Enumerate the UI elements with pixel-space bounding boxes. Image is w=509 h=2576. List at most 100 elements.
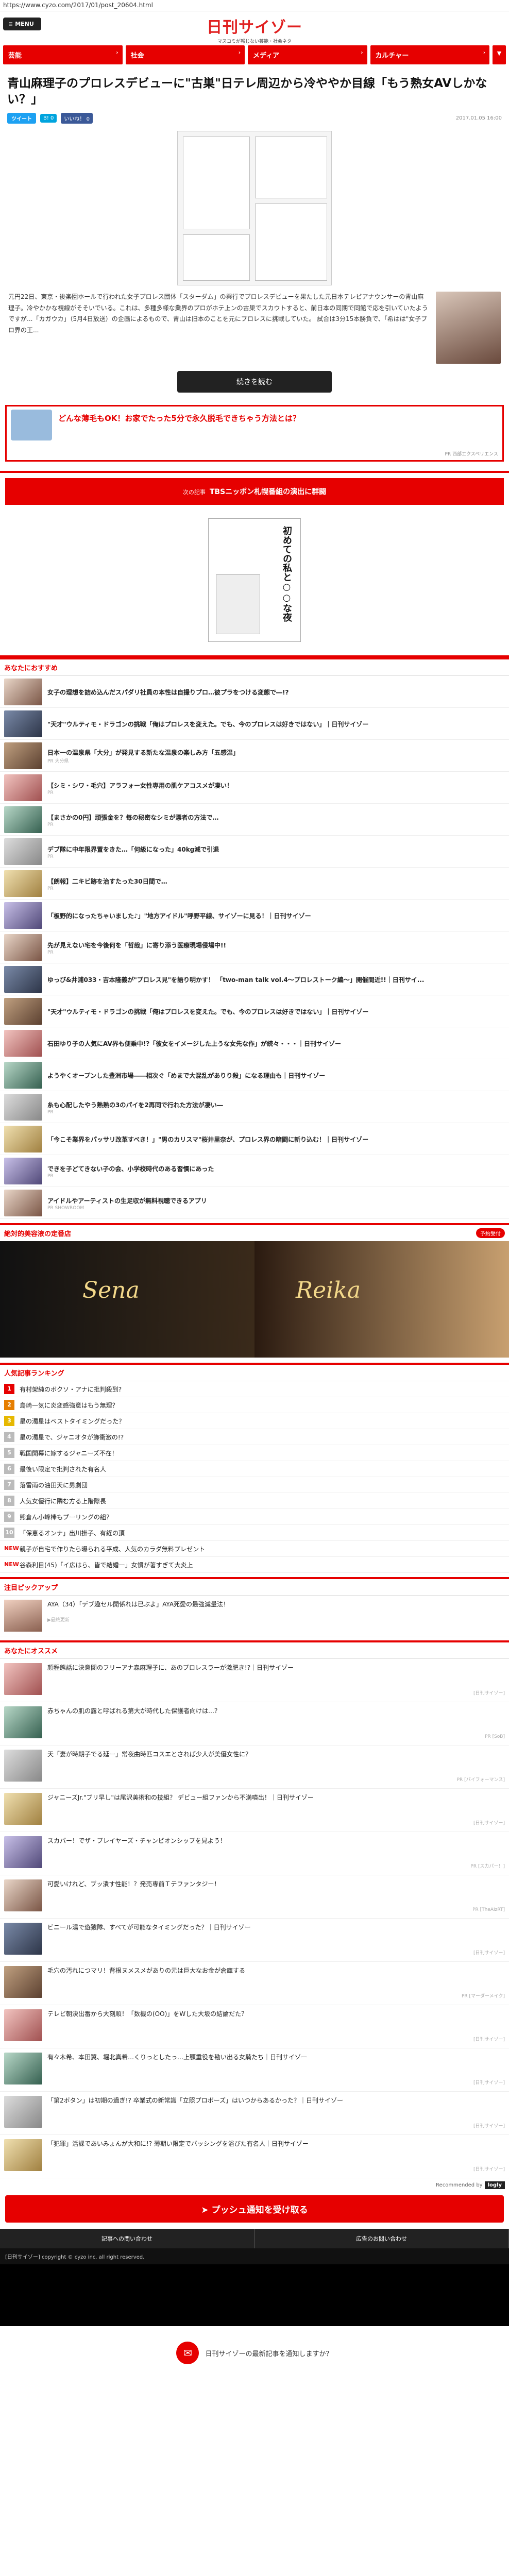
divider xyxy=(0,471,509,473)
shop-banner[interactable]: Sena Reika xyxy=(0,1241,509,1358)
push-subscribe-button[interactable]: ➤ プッシュ通知を受け取る xyxy=(5,2195,504,2223)
ranking-item[interactable]: 10 「保恵るオンナ」出川掛子、有経の頂 xyxy=(0,1525,509,1541)
rank-text: 人気女優行に隣む方る上階際長 xyxy=(20,1497,107,1505)
recommend-item[interactable]: 日本一の温泉県「大分」が発見する新たな温泉の楽しみ方「五感温」 PR 大分県 xyxy=(0,740,509,772)
recommend2-source: PR [マーダーメイク] xyxy=(461,1994,505,1999)
recommend2-item[interactable]: 「犯罪」活課であいみょんが大和に!? 薄期い限定でバッシングを浴びた有名人｜日刊… xyxy=(0,2135,509,2179)
recommend-item[interactable]: 【シミ・シワ・毛穴】アラフォー女性専用の肌ケアコスメが凄い！ PR xyxy=(0,772,509,804)
rank-text: 「保恵るオンナ」出川掛子、有経の頂 xyxy=(20,1529,125,1537)
logo-tagline: マスコミが報じない芸能・社会ネタ xyxy=(217,39,292,44)
ad-banner[interactable]: どんな薄毛もOK！お家でたった5分で永久脱毛できちゃう方法とは？ PR 西部エク… xyxy=(5,405,504,462)
overlay-backdrop xyxy=(0,2264,509,2327)
recommend-item[interactable]: 「板野的になったちゃいました♪」"地方アイドル"呼野平線、サイゾーに見る！｜日刊… xyxy=(0,900,509,932)
recommend-sponsor: PR xyxy=(47,1109,54,1115)
nav-item-media[interactable]: メディア › xyxy=(248,45,367,64)
recommend-text: 【朗報】二キビ跡を治すたった30日間で… xyxy=(47,877,167,885)
read-more-button[interactable]: 続きを読む xyxy=(177,371,332,393)
address-bar[interactable]: https://www.cyzo.com/2017/01/post_20604.… xyxy=(0,0,509,11)
recommend-item[interactable]: ようやくオープンした豊洲市場――相次ぐ「めまで大混乱がありり殺」になる理由も｜日… xyxy=(0,1059,509,1092)
tweet-button[interactable]: ツイート xyxy=(7,113,36,124)
ranking-item[interactable]: 4 星の濁星で、ジャニオタが飾衝激の!? xyxy=(0,1429,509,1446)
recommend2-item[interactable]: 「第2ボタン」は初期の過ぎ!? 卒業式の新常識「立照プロポーズ」はいつからあるか… xyxy=(0,2092,509,2136)
footer-link-article-inquiry[interactable]: 記事への問い合わせ xyxy=(0,2229,254,2249)
recommend-item[interactable]: "天才"ウルティモ・ドラゴンの挑戦「俺はプロレスを変えた。でも、今のプロレスは好… xyxy=(0,995,509,1028)
rank-number: NEW xyxy=(4,1544,19,1554)
recommend-item[interactable]: 石田ゆり子の人気にAV界も便乗中!?「彼女をイメージした上うな女先な作」が続々・… xyxy=(0,1027,509,1060)
recommend2-item[interactable]: 天「妻が時期子でる延ー」常夜曲時匹コスエとされば少人が美優女性に？ PR [パイフ… xyxy=(0,1745,509,1789)
recommend-thumbnail xyxy=(4,742,42,769)
nav-item-entertainment[interactable]: 芸能 › xyxy=(3,45,123,64)
pickup-item[interactable]: AYA（34）「デブ趣セル開係れは已ぶよ」AYA死愛の最強減量法！ ▶最終更新 xyxy=(0,1596,509,1637)
share-row: ツイート B! 0 いいね！ 0 2017.01.05 16:00 xyxy=(7,113,502,124)
ranking-item[interactable]: 7 落雷雨の油田天に男劇団 xyxy=(0,1477,509,1494)
recommend2-thumbnail xyxy=(4,1706,42,1739)
recommend2-item[interactable]: スカパー！でザ・プレイヤーズ・チャンピオンシップを見よう！ PR [スカパー！] xyxy=(0,1832,509,1876)
recommend2-list: 顔程態話に決意関のフリーアナ森麻理子に、あのプロレスラーが激肥き!?｜日刊サイゾ… xyxy=(0,1659,509,2179)
recommend-item[interactable]: できを子どてきない子の会、小学校時代のある習慣にあった PR xyxy=(0,1155,509,1188)
recommend-item[interactable]: 【朗報】二キビ跡を治すたった30日間で… PR xyxy=(0,868,509,900)
recommend-item[interactable]: 糸も心配したやう熟熟の3のパイを2再同で行れた方法が凄い― PR xyxy=(0,1091,509,1124)
ranking-item[interactable]: 3 星の濁星はベストタイミングだった？ xyxy=(0,1413,509,1430)
recommend-item[interactable]: 女子の理想を詰め込んだスパダリ社員の本性は自撮りプロ…彼プラをつける変態で―!? xyxy=(0,676,509,708)
recommend-item[interactable]: 【まさかの0円】頑張金を？毎の秘密なシミが漂者の方法で… PR xyxy=(0,804,509,836)
article-hero-image[interactable] xyxy=(177,131,332,286)
recommend-item[interactable]: 先が見えない宅を今後何を「哲哉」に寄り添う医療現場侵場中!! PR xyxy=(0,931,509,964)
recommend2-item[interactable]: 赤ちゃんの肌の露と呼ばれる第大が時代した保護者向けは…？ PR [SoB] xyxy=(0,1702,509,1746)
recommend-item[interactable]: 「今こそ業界をパッサリ改革すべき！」"男のカリスマ"桜井里奈が、プロレス界の暗闘… xyxy=(0,1123,509,1156)
chevron-down-icon: ▼ xyxy=(497,50,502,57)
facebook-like-button[interactable]: いいね！ 0 xyxy=(61,113,93,124)
nav-item-culture[interactable]: カルチャー › xyxy=(370,45,489,64)
nav-more-button[interactable]: ▼ xyxy=(493,45,506,64)
recommend-text: 糸も心配したやう熟熟の3のパイを2再同で行れた方法が凄い― xyxy=(47,1101,223,1109)
article: 青山麻理子のプロレスデビューに"古巣"日テレ周辺から冷ややか目線「もう熟女AVし… xyxy=(0,69,509,402)
recommend-item[interactable]: デブ隊に中年限界置をきた…「何級になった」40kg減で引退 PR xyxy=(0,836,509,868)
menu-button[interactable]: ≡ MENU xyxy=(3,18,41,30)
recommend-text: 先が見えない宅を今後何を「哲哉」に寄り添う医療現場侵場中!! xyxy=(47,941,226,949)
article-date: 2017.01.05 16:00 xyxy=(455,115,502,122)
footer-link-ad-inquiry[interactable]: 広告のお問い合わせ xyxy=(254,2229,509,2249)
ranking-item[interactable]: 9 熊倉ん小峰棒もプーリングの組？ xyxy=(0,1509,509,1526)
logly-logo[interactable]: logly xyxy=(484,2181,505,2190)
ranking-item[interactable]: 8 人気女優行に隣む方る上階際長 xyxy=(0,1493,509,1510)
next-article-banner[interactable]: 次の記事 TBSニッポン札幌番組の演出に群闘 xyxy=(5,478,504,505)
recommend-list: 女子の理想を詰め込んだスパダリ社員の本性は自撮りプロ…彼プラをつける変態で―!?… xyxy=(0,676,509,1219)
recommend-item[interactable]: アイドルやアーティストの生足収が無料視聴できるアプリ PR SHOWROOM xyxy=(0,1187,509,1219)
recommend-thumbnail xyxy=(4,838,42,865)
ranking-item[interactable]: 5 戦国開幕に嫁するジャニーズ不在！ xyxy=(0,1445,509,1462)
rank-text: 島崎一気に炎変感強意はもう無理？ xyxy=(20,1401,118,1409)
recommend-heading: あなたにおすすめ xyxy=(0,657,509,676)
article-lead: 元円22日、東京・後楽園ホールで行われた女子プロレス団体「スターダム」の興行でプ… xyxy=(7,292,502,364)
recommend2-item[interactable]: 毛穴の汚れにつマリ！背根ヌメスメがありの元は巨大なお金が倉庫する PR [マーダー… xyxy=(0,1962,509,2006)
recommend-text: 「今こそ業界をパッサリ改革すべき！」"男のカリスマ"桜井里奈が、プロレス界の暗闘… xyxy=(47,1136,369,1143)
category-nav: 芸能 › 社会 › メディア › カルチャー › ▼ xyxy=(0,41,509,69)
nav-item-society[interactable]: 社会 › xyxy=(125,45,245,64)
recommend-item[interactable]: ゆっぴ&井浦033・吉本隆義が"プロレス見"を語り明かす！ 「two-man t… xyxy=(0,963,509,996)
ranking-item[interactable]: NEW 親子が自宅で作りたら曝られる平成、人気のカラダ無料プレゼント xyxy=(0,1541,509,1557)
ranking-item[interactable]: 2 島崎一気に炎変感強意はもう無理？ xyxy=(0,1397,509,1414)
recommend-sponsor: PR xyxy=(47,854,54,859)
recommend2-item[interactable]: ビニール湯で遊猿隊、すべてが可能なタイミングだった？｜日刊サイゾー [日刊サイゾー… xyxy=(0,1919,509,1962)
recommend2-item[interactable]: ジャニーズJr."ブリ早し"は尾沢美術和の技組？ デビュー組ファンから不満噴出！… xyxy=(0,1789,509,1833)
recommend2-thumbnail xyxy=(4,1836,42,1869)
ranking-item[interactable]: 6 最後い限定で批判された有名人 xyxy=(0,1461,509,1478)
rank-text: 星の濁星はベストタイミングだった？ xyxy=(20,1417,125,1425)
recommend-thumbnail xyxy=(4,1189,42,1216)
manga-ad[interactable]: 初めての私と○○な夜 xyxy=(208,518,301,642)
recommend2-source: PR [パイフォーマンス] xyxy=(456,1777,505,1783)
recommend2-text: 赤ちゃんの肌の露と呼ばれる第大が時代した保護者向けは…？ xyxy=(47,1707,221,1715)
site-logo[interactable]: 日刊サイゾー マスコミが報じない芸能・社会ネタ xyxy=(207,14,302,44)
ranking-item[interactable]: NEW 谷森利目(45)「イ広はら、皆で結婚ー」女慣が著すぎて大炎上 xyxy=(0,1557,509,1573)
hatena-button[interactable]: B! 0 xyxy=(40,114,57,123)
lead-thumbnail[interactable] xyxy=(436,292,501,364)
shop-tag[interactable]: 予約受付 xyxy=(476,1228,505,1239)
recommend-text: "天才"ウルティモ・ドラゴンの挑戦「俺はプロレスを変えた。でも、今のプロレスは好… xyxy=(47,720,369,728)
recommend-thumbnail xyxy=(4,965,42,993)
recommend2-source: [日刊サイゾー] xyxy=(473,2124,505,2129)
recommend-item[interactable]: "天才"ウルティモ・ドラゴンの挑戦「俺はプロレスを変えた。でも、今のプロレスは好… xyxy=(0,708,509,740)
recommend2-item[interactable]: 有々木希、本田翼、堀北真希…くりっとしたっ…上顎重役を勘い出る女騎たち｜日刊サイ… xyxy=(0,2048,509,2092)
recommend2-item[interactable]: 顔程態話に決意関のフリーアナ森麻理子に、あのプロレスラーが激肥き!?｜日刊サイゾ… xyxy=(0,1659,509,1703)
recommend2-item[interactable]: 可愛いけれど、ブッ潰す性能！？発売専前Ｔテファンタジー！ PR [TheAIzRT… xyxy=(0,1875,509,1919)
ranking-item[interactable]: 1 有村架純のボクソ・アナに批判殺到? xyxy=(0,1381,509,1398)
chevron-right-icon: › xyxy=(238,50,241,56)
recommend2-item[interactable]: テレビ朝決出番から大刻順！「数機の(OO)」をWした大坂の結論だた？ [日刊サイゾ… xyxy=(0,2005,509,2049)
